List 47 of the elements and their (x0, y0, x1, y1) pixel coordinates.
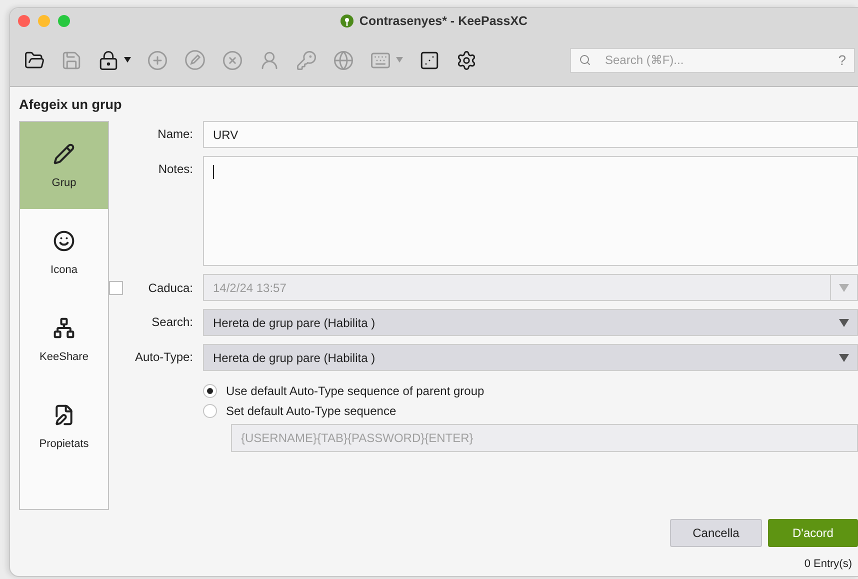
sidebar-item[interactable]: KeeShare (20, 296, 108, 383)
globe-icon (333, 50, 354, 70)
caret-icon (839, 284, 849, 292)
user-icon (259, 50, 280, 70)
field-label: Name: (156, 126, 193, 141)
field-label: Search: (150, 314, 193, 329)
sidebar-item[interactable]: Propietats (20, 383, 108, 470)
close-window-button[interactable] (18, 15, 30, 27)
status-text: 0 Entry(s) (804, 557, 853, 572)
dialog-heading: Afegeix un grup (19, 97, 123, 112)
app-logo-icon (340, 14, 354, 28)
field-label: Caduca: (148, 280, 193, 294)
minimize-window-button[interactable] (38, 15, 50, 27)
delete-icon (222, 50, 243, 70)
edit-icon (184, 49, 206, 71)
radio-button[interactable] (203, 404, 217, 418)
open-folder-icon (24, 50, 45, 70)
radio-label: Use default Auto-Type sequence of parent group (226, 384, 484, 398)
dice-icon (419, 50, 440, 70)
lock-icon (98, 50, 119, 70)
caret-icon (839, 354, 849, 362)
zoom-window-button[interactable] (58, 15, 70, 27)
radio-button[interactable] (203, 384, 217, 398)
name-field[interactable]: URV (203, 121, 858, 148)
key-icon (296, 50, 317, 70)
notes-field[interactable] (203, 156, 858, 266)
radio-label: Set default Auto-Type sequence (226, 404, 396, 418)
caret-icon (396, 57, 403, 63)
save-icon (61, 50, 82, 70)
window-title: Contrasenyes* - KeePassXC (359, 14, 528, 28)
caret-icon (124, 57, 131, 63)
add-icon (147, 50, 168, 70)
ok-button[interactable]: D'acord (768, 519, 858, 547)
settings-icon (456, 50, 477, 70)
field-label: Auto-Type: (134, 349, 193, 364)
field-label: Notes: (157, 161, 193, 176)
cancel-button[interactable]: Cancella (670, 519, 762, 547)
auto-type-dropdown[interactable]: Hereta de grup pare (Habilita ) (203, 344, 858, 371)
caret-icon (839, 318, 849, 326)
pencil-icon (53, 142, 75, 164)
sidebar-item[interactable]: Icona (20, 209, 108, 296)
search-icon (579, 54, 591, 66)
network-icon (53, 316, 75, 338)
search-dropdown[interactable]: Hereta de grup pare (Habilita ) (203, 309, 858, 336)
smiley-icon (53, 230, 75, 252)
file-edit-icon (53, 404, 75, 426)
sidebar-item[interactable]: Grup (20, 122, 108, 209)
